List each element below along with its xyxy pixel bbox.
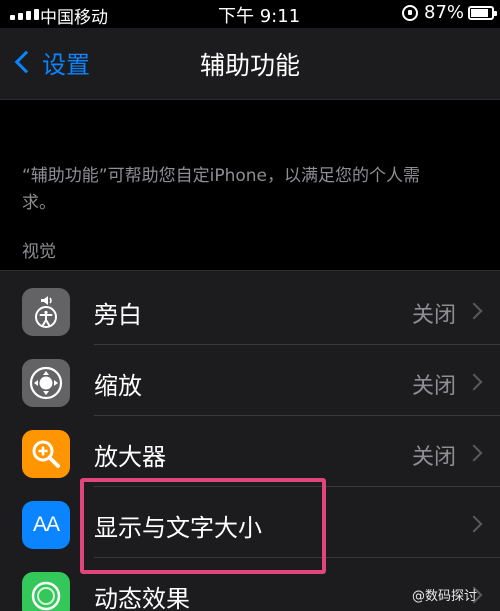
magnifier-icon [22,430,70,478]
section-header-vision: 视觉 [22,242,56,262]
carrier-name: 中国移动 [40,8,108,28]
chevron-right-icon [465,444,483,462]
list-item-label: 放大器 [94,443,166,471]
status-bar: 中国移动 下午 9:11 87% [0,0,500,28]
chevron-right-icon [465,302,483,320]
battery-icon [468,6,497,20]
list-item-value: 关闭 [411,374,456,399]
page-description: “辅助功能”可帮助您自定iPhone，以满足您的个人需求。 [22,166,420,213]
list-item-zoom[interactable]: 缩放 关闭 [0,345,500,416]
highlight-annotation-box [80,478,326,574]
clock: 下午 9:11 [218,6,301,27]
text-size-icon: AA [22,501,70,549]
voiceover-icon [22,288,70,336]
page-title: 辅助功能 [199,51,300,80]
battery-percentage: 87% [424,2,465,23]
cellular-signal-icon [10,9,39,20]
list-item-magnifier[interactable]: 放大器 关闭 [0,416,500,487]
text-size-glyph: AA [32,513,60,536]
list-item-voiceover[interactable]: 旁白 关闭 [0,274,500,345]
list-item-label: 旁白 [94,301,142,329]
list-item-label: 缩放 [94,372,142,400]
chevron-right-icon [465,373,483,391]
zoom-icon [22,359,70,407]
watermark: @数码探讨 [412,589,478,604]
list-item-value: 关闭 [411,303,456,328]
motion-icon [22,572,70,611]
orientation-lock-icon [402,5,418,21]
list-item-value: 关闭 [411,445,456,470]
list-item-label: 动态效果 [94,585,190,611]
navigation-bar: 设置 辅助功能 [0,28,500,100]
chevron-right-icon [465,515,483,533]
